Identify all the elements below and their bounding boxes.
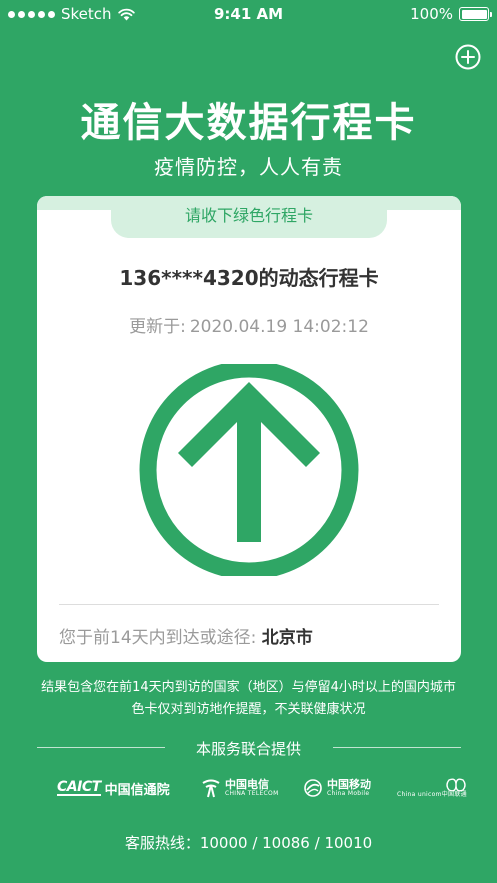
card-divider [59, 604, 439, 605]
page-subtitle: 疫情防控，人人有责 [154, 155, 343, 179]
phone-title: 136****4320的动态行程卡 [119, 266, 379, 290]
card-tab-label: 请收下绿色行程卡 [111, 196, 387, 238]
plus-circle-icon[interactable] [455, 44, 481, 70]
caict-en: CAICT [57, 779, 101, 796]
mobile-cn: 中国移动 [327, 778, 371, 792]
up-arrow-circle-icon [139, 364, 359, 576]
page-title: 通信大数据行程卡 [80, 100, 417, 146]
update-time: 更新于: 2020.04.19 14:02:12 [37, 312, 461, 337]
telecom-cn: 中国电信 [225, 778, 269, 792]
caict-cn: 中国信通院 [104, 782, 170, 798]
note-line-2: 色卡仅对到访地作提醒，不关联健康状况 [131, 702, 366, 717]
itinerary-card: 请收下绿色行程卡 136****4320的动态行程卡 更新于: 2020.04.1… [37, 196, 461, 662]
route-city: 北京市 [261, 628, 313, 648]
status-right: 100% [410, 5, 492, 23]
status-bar: Sketch 9:41 AM 100% [0, 0, 497, 28]
note-line-1: 结果包含您在前14天内到访的国家（地区）与停留4小时以上的国内城市 [41, 680, 456, 695]
route-info: 您于前14天内到达或途径: 北京市 [59, 623, 313, 648]
provider-logos: CAICT 中国信通院 中国电信 CHINA TELECOM 中国移动 Chin… [0, 772, 497, 804]
provider-divider-right [333, 747, 461, 748]
caict-logo: CAICT 中国信通院 [57, 772, 170, 804]
telecom-en: CHINA TELECOM [225, 789, 279, 797]
battery-percent: 100% [410, 5, 453, 23]
unicom-logo: China unicom中国联通 [397, 772, 467, 804]
telecom-icon [202, 779, 220, 798]
mobile-icon [304, 779, 322, 797]
telecom-logo: 中国电信 CHINA TELECOM [200, 772, 279, 804]
update-value: 2020.04.19 14:02:12 [189, 317, 369, 337]
unicom-en: China unicom中国联通 [397, 790, 467, 798]
mobile-en: China Mobile [327, 789, 370, 797]
customer-hotline: 客服热线：10000 / 10086 / 10010 [124, 834, 373, 852]
update-label: 更新于: [129, 317, 186, 337]
unicom-icon [446, 778, 466, 792]
provider-title: 本服务联合提供 [195, 740, 301, 758]
battery-icon [459, 7, 492, 21]
mobile-logo: 中国移动 China Mobile [303, 772, 371, 804]
route-label: 您于前14天内到达或途径: [59, 628, 257, 648]
